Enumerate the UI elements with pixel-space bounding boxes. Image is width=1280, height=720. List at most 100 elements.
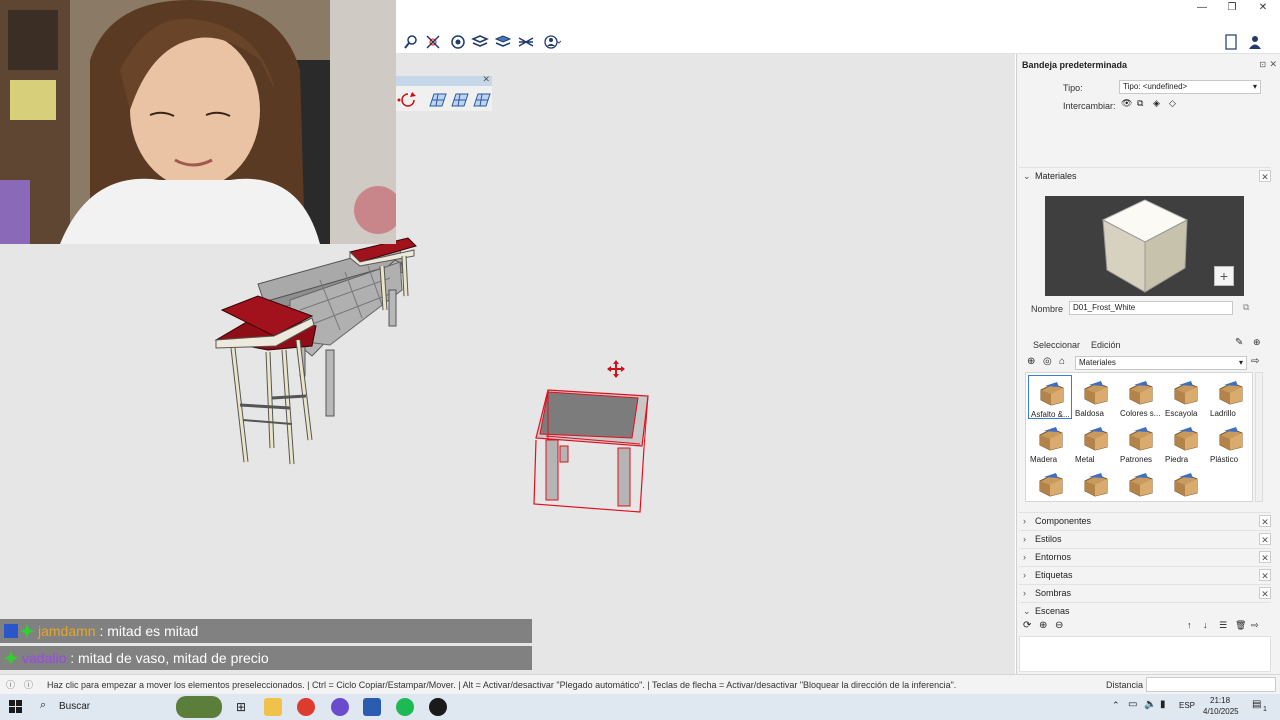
library-select[interactable]: Materiales ▾ <box>1075 356 1247 370</box>
material-folder[interactable]: Plástico <box>1208 421 1252 465</box>
pin-icon[interactable]: ⊡ <box>1259 60 1266 69</box>
refresh-icon[interactable]: ⟳ <box>1023 620 1031 631</box>
chat-badge-icon <box>4 624 34 638</box>
language-indicator[interactable]: ESP <box>1179 701 1195 710</box>
material-folder[interactable]: Baldosa <box>1073 375 1117 419</box>
remove-scene-icon[interactable]: ⊖ <box>1055 620 1063 631</box>
tab-edicion[interactable]: Edición <box>1091 340 1121 350</box>
windows-start-icon[interactable] <box>9 700 23 714</box>
app-icon[interactable] <box>429 698 447 716</box>
copy-icon[interactable]: ⧉ <box>1243 302 1249 313</box>
taskbar-search-label[interactable]: Buscar <box>59 701 90 712</box>
widget-icon[interactable] <box>176 696 222 718</box>
user-icon[interactable] <box>1246 34 1264 50</box>
section-label: Componentes <box>1035 516 1092 526</box>
home-icon[interactable]: ⌂ <box>1059 356 1065 367</box>
section-fill-icon[interactable] <box>494 34 512 50</box>
section-escenas[interactable]: ⌄ Escenas <box>1019 602 1271 618</box>
material-folder[interactable]: Madera <box>1028 421 1072 465</box>
add-scene-icon[interactable]: ⊕ <box>1039 620 1047 631</box>
obs-icon[interactable] <box>331 698 349 716</box>
material-folder[interactable]: Asfalto &... <box>1028 375 1072 419</box>
restore-button[interactable]: ❐ <box>1217 0 1247 16</box>
chevron-up-icon[interactable]: ⌃ <box>1112 700 1120 711</box>
chat-username: jamdamn <box>38 623 96 639</box>
material-folder[interactable] <box>1073 467 1117 501</box>
floating-toolbar-header[interactable]: ✕ <box>396 74 492 86</box>
material-folder[interactable] <box>1163 467 1207 501</box>
paint-icon[interactable]: ◈ <box>1153 98 1160 109</box>
windows-taskbar: ⌕ Buscar ⊞ ⌃ ▭ 🔈 ▮ ESP 21:18 4/10/2025 ▤… <box>0 694 1280 720</box>
close-icon[interactable]: ✕ <box>1259 587 1271 599</box>
account-icon[interactable] <box>543 34 561 50</box>
close-icon[interactable]: ✕ <box>482 74 490 85</box>
details-icon[interactable]: ⇨ <box>1251 620 1259 631</box>
bucket-icon[interactable]: ⊕ <box>1253 337 1261 348</box>
clock-time[interactable]: 21:18 <box>1210 696 1230 705</box>
material-folder[interactable]: Colores s... <box>1118 375 1162 419</box>
delete-icon[interactable]: 🗑 <box>1235 620 1246 631</box>
measurements-input[interactable] <box>1146 677 1276 692</box>
chevron-down-icon: ▾ <box>1252 82 1257 91</box>
section-plane-icon[interactable] <box>471 34 489 50</box>
swap-icon[interactable]: ⧉ <box>1137 98 1143 109</box>
chat-message: jamdamn : mitad es mitad <box>0 619 532 643</box>
section-componentes[interactable]: › Componentes ✕ <box>1019 512 1271 528</box>
tipo-select[interactable]: Tipo: <undefined> ▾ <box>1119 80 1261 94</box>
info-icon[interactable]: ⓘ <box>6 675 15 695</box>
sketchup-icon[interactable] <box>363 698 381 716</box>
chrome-icon[interactable] <box>297 698 315 716</box>
battery-icon[interactable]: ▮ <box>1160 699 1166 710</box>
list-view-icon[interactable]: ☰ <box>1219 620 1227 631</box>
section-cut-icon[interactable] <box>517 34 535 50</box>
minimize-button[interactable]: — <box>1187 0 1217 16</box>
move-up-icon[interactable]: ↑ <box>1187 620 1192 630</box>
help-icon[interactable]: ⓘ <box>24 675 33 695</box>
section-etiquetas[interactable]: › Etiquetas ✕ <box>1019 566 1271 582</box>
material-folder[interactable]: Escayola <box>1163 375 1207 419</box>
close-button[interactable]: ✕ <box>1248 0 1278 16</box>
close-icon[interactable]: ✕ <box>1259 533 1271 545</box>
close-icon[interactable]: ✕ <box>1259 551 1271 563</box>
eraser-icon[interactable]: ◇ <box>1169 98 1176 109</box>
close-icon[interactable]: ✕ <box>1259 170 1271 182</box>
close-icon[interactable]: ✕ <box>1259 515 1271 527</box>
sample-paint-icon[interactable]: ✎ <box>1235 337 1243 348</box>
file-explorer-icon[interactable] <box>264 698 282 716</box>
back-icon[interactable]: ⊕ <box>1027 356 1035 367</box>
eye-icon[interactable]: 👁 <box>1121 98 1132 109</box>
materials-scrollbar[interactable] <box>1255 372 1263 502</box>
intercambiar-icons: 👁 ⧉ ◈ ◇ <box>1119 98 1183 112</box>
orbit-icon[interactable] <box>449 34 467 50</box>
search-icon[interactable]: ⌕ <box>40 699 46 712</box>
material-folder[interactable]: Metal <box>1073 421 1117 465</box>
section-sombras[interactable]: › Sombras ✕ <box>1019 584 1271 600</box>
material-folder[interactable]: Ladrillo <box>1208 375 1252 419</box>
network-icon[interactable]: ▭ <box>1128 699 1137 710</box>
material-folder[interactable]: Patrones <box>1118 421 1162 465</box>
chevron-down-icon: ▾ <box>1238 358 1243 367</box>
spotify-icon[interactable] <box>396 698 414 716</box>
material-folder[interactable] <box>1028 467 1072 501</box>
clock-date[interactable]: 4/10/2025 <box>1203 707 1239 716</box>
zoom-icon[interactable] <box>402 34 420 50</box>
close-icon[interactable]: ✕ <box>1259 569 1271 581</box>
nombre-field[interactable]: D01_Frost_White <box>1069 301 1233 315</box>
move-down-icon[interactable]: ↓ <box>1203 620 1208 630</box>
section-entornos[interactable]: › Entornos ✕ <box>1019 548 1271 564</box>
zoom-extents-icon[interactable] <box>424 34 442 50</box>
material-folder[interactable]: Piedra <box>1163 421 1207 465</box>
material-folder-label: Piedra <box>1165 455 1189 464</box>
section-estilos[interactable]: › Estilos ✕ <box>1019 530 1271 546</box>
document-icon[interactable] <box>1222 34 1240 50</box>
create-material-button[interactable]: + <box>1214 266 1234 286</box>
details-icon[interactable]: ⇨ <box>1251 356 1259 367</box>
section-materiales[interactable]: ⌄ Materiales ✕ <box>1019 167 1271 183</box>
task-view-icon[interactable]: ⊞ <box>232 698 250 716</box>
material-folder[interactable] <box>1118 467 1162 501</box>
notification-icon[interactable]: ▤ <box>1252 699 1261 710</box>
forward-icon[interactable]: ◎ <box>1043 356 1052 367</box>
tab-seleccionar[interactable]: Seleccionar <box>1033 340 1080 350</box>
tray-close-icon[interactable]: ✕ <box>1269 59 1277 70</box>
volume-icon[interactable]: 🔈 <box>1144 699 1156 710</box>
